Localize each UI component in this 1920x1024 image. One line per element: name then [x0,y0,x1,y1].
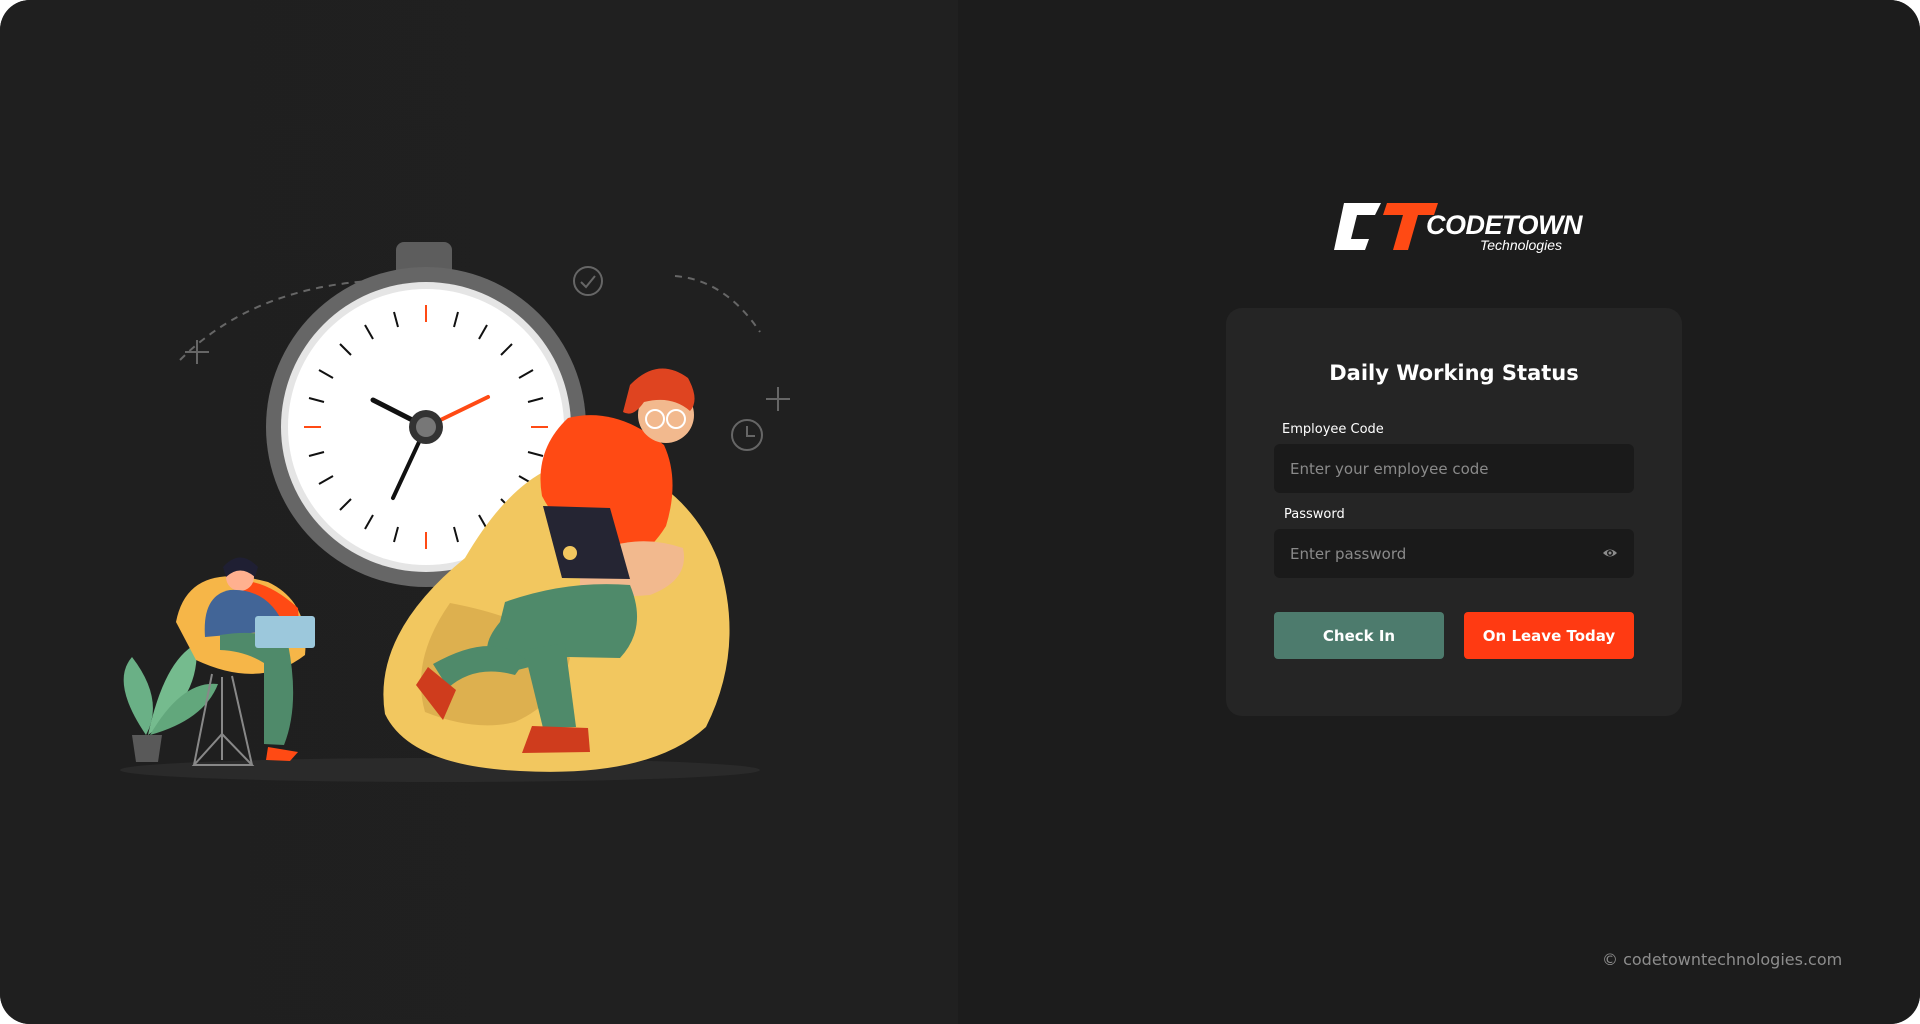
daily-status-card: Daily Working Status Employee Code Passw… [1226,308,1682,716]
ct-logo-mark-icon [1334,203,1438,250]
brand-tagline: Technologies [1480,237,1562,253]
password-input[interactable] [1274,529,1634,578]
password-field [1274,529,1634,578]
check-in-button[interactable]: Check In [1274,612,1444,659]
checkmark-circle-icon [573,266,603,296]
app-window: CODETOWN Technologies Daily Working Stat… [0,0,1920,1024]
floor-shadow [120,758,760,782]
form-title: Daily Working Status [1329,361,1579,385]
employee-code-label: Employee Code [1282,422,1384,437]
work-time-illustration [120,242,790,782]
password-label: Password [1284,507,1345,522]
illustration-panel [0,0,958,1024]
on-leave-today-button[interactable]: On Leave Today [1464,612,1634,659]
clock-icon [731,419,763,451]
copyright-text: © codetowntechnologies.com [1602,950,1843,969]
employee-code-field [1274,444,1634,493]
employee-code-input[interactable] [1274,444,1634,493]
dashed-arc-right [674,275,761,333]
eye-icon[interactable] [1602,546,1618,560]
codetown-logo: CODETOWN Technologies [1334,200,1583,253]
